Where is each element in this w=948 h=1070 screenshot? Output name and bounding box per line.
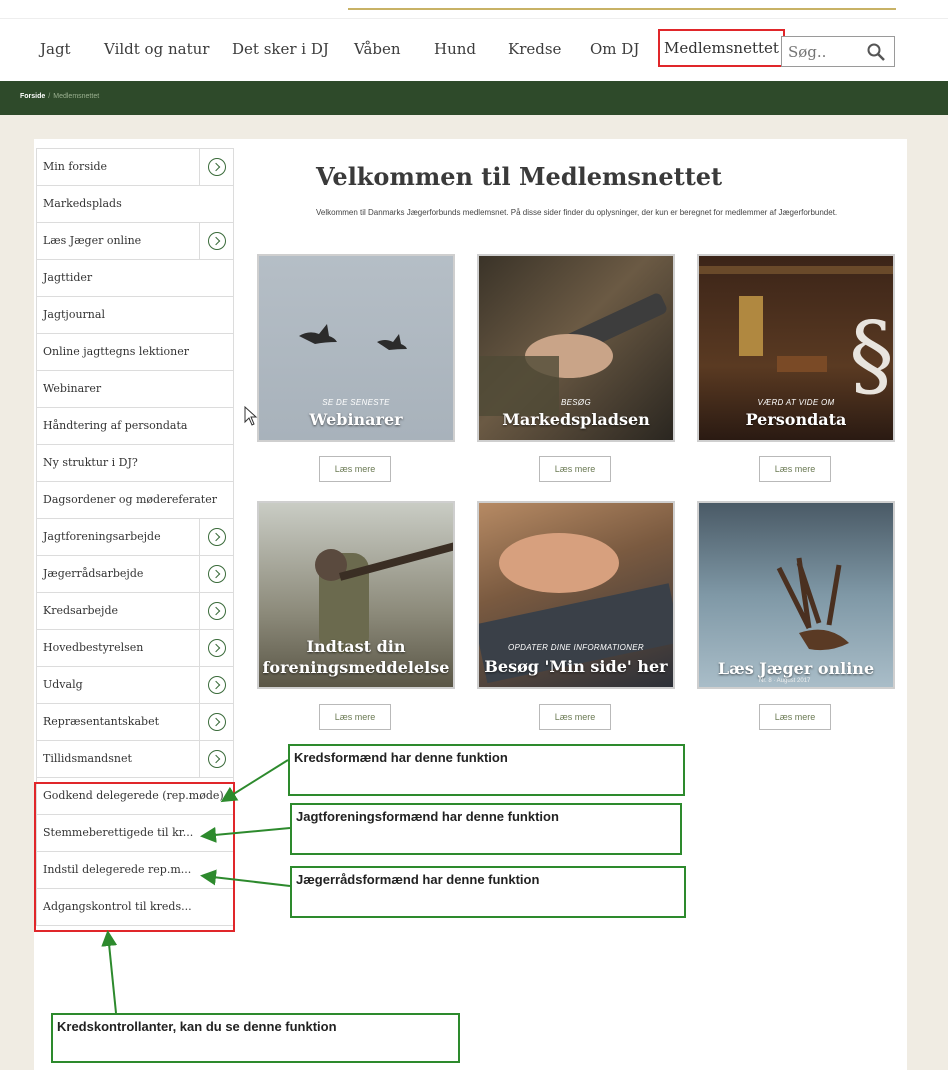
breadcrumb-current: Medlemsnettet [53,93,100,100]
tile-persondata[interactable]: § VÆRD AT VIDE OM Persondata [697,254,895,442]
sidebar-item-jaegerraadsarbejde[interactable]: Jægerrådsarbejde [36,556,234,593]
page-title: Velkommen til Medlemsnettet [316,162,723,191]
search-input[interactable] [782,37,852,66]
read-more-button[interactable]: Læs mere [539,704,611,730]
sidebar-item-ny-struktur[interactable]: Ny struktur i DJ? [36,445,234,482]
sidebar-item-dagsordener[interactable]: Dagsordener og mødereferater [36,482,234,519]
tile-webinarer[interactable]: SE DE SENESTE Webinarer [257,254,455,442]
sidebar-item-laes-jaeger-online[interactable]: Læs Jæger online [36,223,234,260]
highlight-box-sidebar [34,782,235,932]
nav-item-hund[interactable]: Hund [434,40,476,58]
nav-item-vildt-og-natur[interactable]: Vildt og natur [104,40,209,58]
top-accent-strip [348,0,896,10]
annotation-kredskontrollanter: Kredskontrollanter, kan du se denne funk… [51,1013,460,1063]
sidebar-item-udvalg[interactable]: Udvalg [36,667,234,704]
tile-markedspladsen[interactable]: BESØG Markedspladsen [477,254,675,442]
nav-item-jagt[interactable]: Jagt [40,40,71,58]
sidebar-item-online-jagttegns-lektioner[interactable]: Online jagttegns lektioner [36,334,234,371]
chevron-right-icon[interactable] [199,556,233,592]
read-more-button[interactable]: Læs mere [319,456,391,482]
chevron-right-icon[interactable] [199,149,233,185]
chevron-right-icon[interactable] [199,630,233,666]
sidebar-item-min-forside[interactable]: Min forside [36,148,234,186]
sidebar-item-jagtjournal[interactable]: Jagtjournal [36,297,234,334]
search-box [781,36,895,67]
chevron-right-icon[interactable] [199,593,233,629]
read-more-button[interactable]: Læs mere [539,456,611,482]
mouse-cursor-icon [244,406,258,426]
chevron-right-icon[interactable] [199,519,233,555]
sidebar-item-jagtforeningsarbejde[interactable]: Jagtforeningsarbejde [36,519,234,556]
nav-item-det-sker-i-dj[interactable]: Det sker i DJ [232,40,329,58]
nav-item-om-dj[interactable]: Om DJ [590,40,639,58]
chevron-right-icon[interactable] [199,667,233,703]
sidebar-item-webinarer[interactable]: Webinarer [36,371,234,408]
breadcrumb-home[interactable]: Forside [20,93,45,100]
annotation-jaegerraadsformaend: Jægerrådsformænd har denne funktion [290,866,686,918]
annotation-jagtforeningsformaend: Jagtforeningsformænd har denne funktion [290,803,682,855]
chevron-right-icon[interactable] [199,223,233,259]
main-navigation: Jagt Vildt og natur Det sker i DJ Våben … [0,18,948,81]
read-more-button[interactable]: Læs mere [759,456,831,482]
chevron-right-icon[interactable] [199,704,233,740]
search-icon[interactable] [866,42,886,62]
chevron-right-icon[interactable] [199,741,233,777]
read-more-button[interactable]: Læs mere [759,704,831,730]
annotation-kredsformaend: Kredsformænd har denne funktion [288,744,685,796]
sidebar-item-hovedbestyrelsen[interactable]: Hovedbestyrelsen [36,630,234,667]
breadcrumb: Forside / Medlemsnettet [20,93,100,100]
sidebar-item-tillidsmandsnet[interactable]: Tillidsmandsnet [36,741,234,778]
tile-foreningsmeddelelse[interactable]: Indtast din foreningsmeddelelse [257,501,455,689]
breadcrumb-bar: Forside / Medlemsnettet [0,81,948,115]
tile-min-side[interactable]: OPDATER DINE INFORMATIONER Besøg 'Min si… [477,501,675,689]
sidebar-item-repraesentantskabet[interactable]: Repræsentantskabet [36,704,234,741]
nav-item-kredse[interactable]: Kredse [508,40,561,58]
sidebar-item-kredsarbejde[interactable]: Kredsarbejde [36,593,234,630]
page-intro: Velkommen til Danmarks Jægerforbunds med… [316,208,838,217]
nav-item-vaaben[interactable]: Våben [354,40,401,58]
tile-jaeger-online[interactable]: Læs Jæger online Nr. 8 · August 2017 [697,501,895,689]
sidebar-item-jagttider[interactable]: Jagttider [36,260,234,297]
sidebar-item-markedsplads[interactable]: Markedsplads [36,186,234,223]
read-more-button[interactable]: Læs mere [319,704,391,730]
svg-text:§: § [849,303,894,408]
sidebar-item-persondata[interactable]: Håndtering af persondata [36,408,234,445]
nav-item-medlemsnettet[interactable]: Medlemsnettet [658,29,785,67]
